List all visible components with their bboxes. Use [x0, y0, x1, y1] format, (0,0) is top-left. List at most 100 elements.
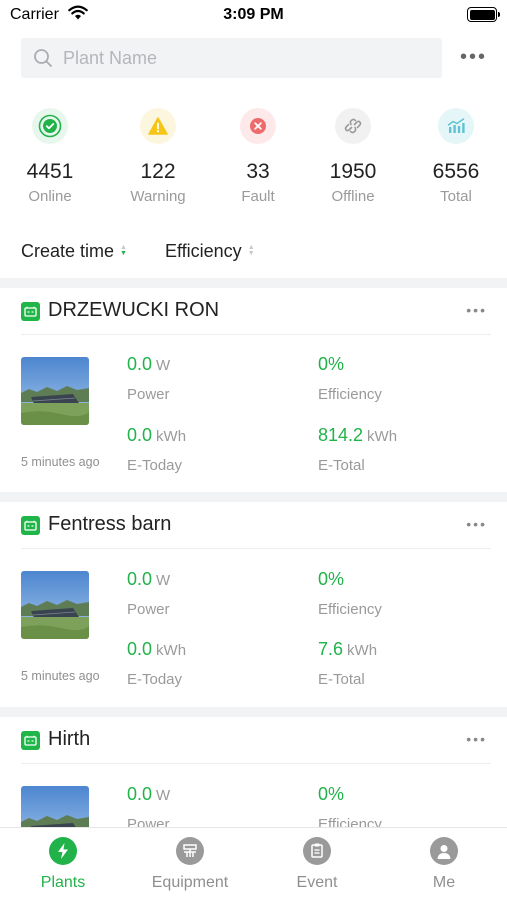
e-total-unit: kWh: [347, 642, 378, 659]
warning-label: Warning: [130, 188, 186, 205]
summary-total[interactable]: 6556 Total: [406, 108, 506, 205]
plant-card[interactable]: Fentress barn ••• 5 minutes ago 0.0 W Pow…: [0, 502, 507, 707]
power-unit: W: [156, 572, 171, 589]
plant-photo: [21, 786, 89, 827]
offline-link-icon: [335, 108, 371, 144]
equipment-icon: [176, 837, 204, 865]
tab-plants-label: Plants: [40, 874, 86, 891]
efficiency-value: 0%: [318, 569, 345, 589]
section-divider: [0, 492, 507, 502]
power-metric: 0.0 W Power: [127, 569, 170, 618]
fault-count: 33: [246, 160, 270, 183]
e-today-label: E-Today: [127, 457, 183, 474]
plant-more-button[interactable]: •••: [466, 302, 487, 318]
card-divider: [21, 763, 491, 764]
tab-me[interactable]: Me: [381, 837, 507, 892]
section-divider: [0, 707, 507, 717]
power-label: Power: [127, 601, 170, 618]
sort-efficiency-label: Efficiency: [164, 240, 242, 261]
e-total-value: 814.2: [318, 425, 364, 445]
warning-icon: [140, 108, 176, 144]
offline-label: Offline: [331, 188, 375, 205]
tab-equipment-label: Equipment: [151, 874, 229, 891]
tab-plants[interactable]: Plants: [0, 837, 126, 892]
summary-fault[interactable]: 33 Fault: [208, 108, 308, 205]
sort-create-time-label: Create time: [21, 240, 115, 261]
power-unit: W: [156, 357, 171, 374]
sort-bar: Create time ▲ ▼ Efficiency ▲ ▼: [21, 238, 293, 264]
clipboard-icon: [303, 837, 331, 865]
plant-battery-icon: [21, 302, 40, 321]
tab-event-label: Event: [296, 874, 338, 891]
status-summary: 4451 Online 122 Warning 33 Fault 1950 Of…: [0, 108, 507, 218]
plant-battery-icon: [21, 731, 40, 750]
efficiency-metric: 0% Efficiency: [318, 569, 382, 618]
e-today-metric: 0.0 kWh E-Today: [127, 425, 186, 474]
efficiency-label: Efficiency: [318, 601, 382, 618]
plant-card-header: Hirth •••: [0, 717, 507, 761]
power-value: 0.0: [127, 784, 153, 804]
efficiency-label: Efficiency: [318, 816, 382, 827]
card-divider: [21, 334, 491, 335]
e-today-value: 0.0: [127, 425, 153, 445]
summary-online[interactable]: 4451 Online: [0, 108, 100, 205]
online-icon: [32, 108, 68, 144]
plant-card[interactable]: DRZEWUCKI RON ••• 5 minutes ago 0.0 W Pow…: [0, 288, 507, 492]
search-input[interactable]: [63, 47, 403, 69]
bottom-tab-bar: Plants Equipment Event Me: [0, 827, 507, 900]
efficiency-value: 0%: [318, 354, 345, 374]
e-total-value: 7.6: [318, 639, 344, 659]
online-count: 4451: [26, 160, 74, 183]
summary-offline[interactable]: 1950 Offline: [303, 108, 403, 205]
e-today-value: 0.0: [127, 639, 153, 659]
search-icon: [33, 48, 53, 68]
e-total-label: E-Total: [318, 457, 365, 474]
section-divider: [0, 278, 507, 288]
tab-equipment[interactable]: Equipment: [127, 837, 253, 892]
e-today-unit: kWh: [156, 642, 187, 659]
sort-arrows-icon: ▲ ▼: [247, 244, 255, 257]
e-total-metric: 814.2 kWh E-Total: [318, 425, 397, 474]
total-label: Total: [440, 188, 472, 205]
power-label: Power: [127, 386, 170, 403]
efficiency-metric: 0% Efficiency: [318, 354, 382, 403]
e-today-metric: 0.0 kWh E-Today: [127, 639, 186, 688]
power-label: Power: [127, 816, 170, 827]
sort-create-time[interactable]: Create time ▲ ▼: [21, 241, 127, 262]
e-total-unit: kWh: [367, 428, 398, 445]
plant-name: Fentress barn: [48, 513, 172, 535]
power-unit: W: [156, 787, 171, 804]
tab-event[interactable]: Event: [254, 837, 380, 892]
efficiency-metric: 0% Efficiency: [318, 784, 382, 827]
tab-me-label: Me: [432, 874, 456, 891]
plant-card[interactable]: Hirth ••• 0.0 W Power 0% Efficiency: [0, 717, 507, 827]
efficiency-value: 0%: [318, 784, 345, 804]
search-bar[interactable]: [21, 38, 442, 78]
efficiency-label: Efficiency: [318, 386, 382, 403]
e-total-label: E-Total: [318, 671, 365, 688]
e-today-label: E-Today: [127, 671, 183, 688]
lightning-bolt-icon: [49, 837, 77, 865]
last-updated: 5 minutes ago: [21, 669, 100, 683]
total-count: 6556: [432, 160, 480, 183]
plant-name: DRZEWUCKI RON: [48, 299, 220, 321]
plant-photo: [21, 571, 89, 639]
online-label: Online: [28, 188, 72, 205]
plant-photo: [21, 357, 89, 425]
summary-warning[interactable]: 122 Warning: [108, 108, 208, 205]
e-total-metric: 7.6 kWh E-Total: [318, 639, 377, 688]
plant-more-button[interactable]: •••: [466, 731, 487, 747]
power-metric: 0.0 W Power: [127, 354, 170, 403]
battery-icon: [467, 7, 500, 22]
plant-card-header: DRZEWUCKI RON •••: [0, 288, 507, 332]
plant-more-button[interactable]: •••: [466, 516, 487, 532]
fault-label: Fault: [241, 188, 275, 205]
sort-arrows-icon: ▲ ▼: [120, 244, 127, 257]
e-today-unit: kWh: [156, 428, 187, 445]
more-options-button[interactable]: •••: [460, 47, 487, 67]
plant-card-header: Fentress barn •••: [0, 502, 507, 546]
status-bar: Carrier 3:09 PM: [0, 0, 507, 32]
offline-count: 1950: [329, 160, 377, 183]
sort-efficiency[interactable]: Efficiency ▲ ▼: [165, 241, 255, 262]
power-value: 0.0: [127, 569, 153, 589]
